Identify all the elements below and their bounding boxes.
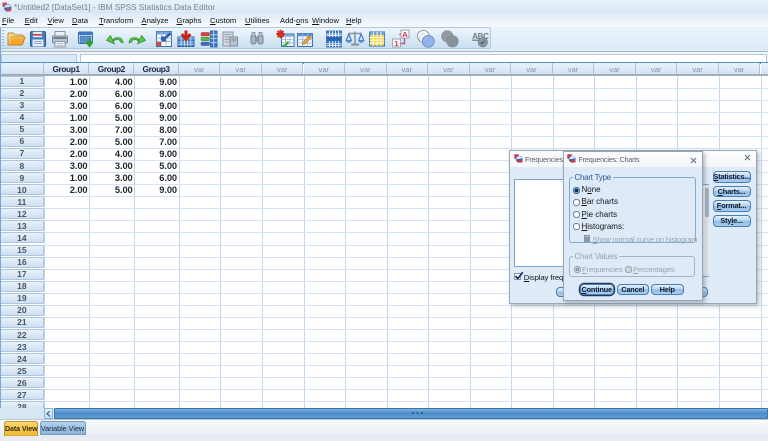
svg-text:A: A	[402, 30, 408, 39]
svg-text:1: 1	[394, 39, 398, 48]
